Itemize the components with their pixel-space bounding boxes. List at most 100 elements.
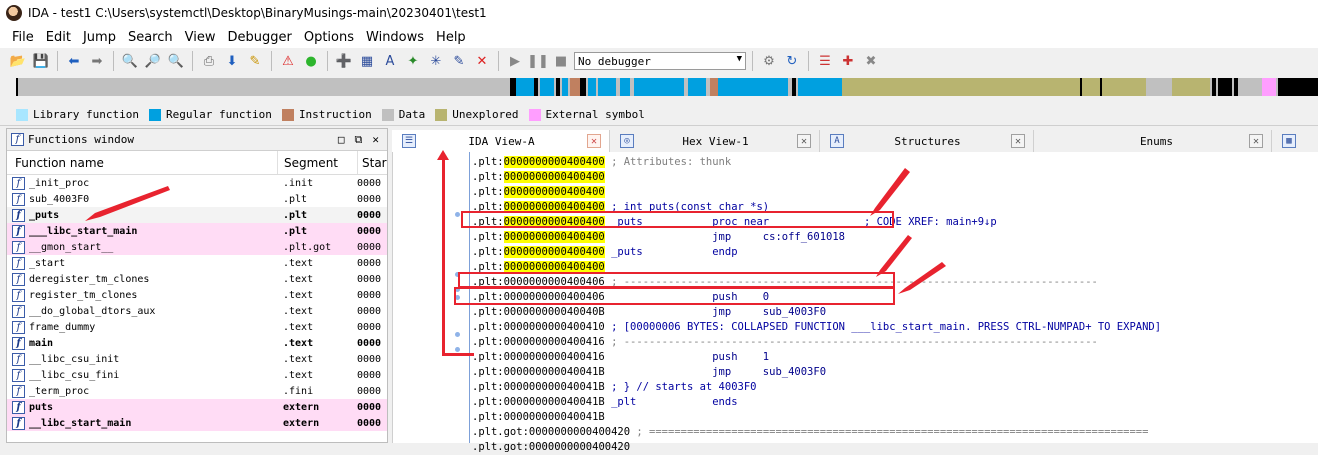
navigation-band[interactable] xyxy=(0,74,1318,104)
menu-view[interactable]: View xyxy=(179,30,222,45)
function-row[interactable]: f puts extern 0000 xyxy=(7,399,387,415)
close-icon[interactable]: ✕ xyxy=(372,133,379,147)
disasm-line[interactable]: .plt.got:0000000000400420 xyxy=(472,440,630,455)
disasm-line[interactable]: .plt:000000000040041B jmp sub_4003F0 xyxy=(472,365,826,380)
function-row[interactable]: f ___libc_start_main .plt 0000 xyxy=(7,223,387,239)
address[interactable]: 000000000040041B xyxy=(504,381,605,393)
function-row[interactable]: f _term_proc .fini 0000 xyxy=(7,383,387,399)
address[interactable]: 0000000000400400 xyxy=(503,156,605,168)
function-row[interactable]: f deregister_tm_clones .text 0000 xyxy=(7,271,387,287)
refresh-icon[interactable]: ↻ xyxy=(782,51,802,71)
function-row[interactable]: f _init_proc .init 0000 xyxy=(7,175,387,191)
function-row[interactable]: f frame_dummy .text 0000 xyxy=(7,319,387,335)
disasm-line[interactable]: .plt:000000000040041B ; } // starts at 4… xyxy=(472,380,756,395)
tab-structures[interactable]: A Structures ✕ xyxy=(820,130,1034,152)
menu-file[interactable]: File xyxy=(6,30,40,45)
search-binary-icon[interactable]: 🔍 xyxy=(120,51,140,71)
navigation-band-bar[interactable] xyxy=(16,78,1318,96)
disasm-line[interactable]: .plt:0000000000400416 push 1 xyxy=(472,350,769,365)
menu-help[interactable]: Help xyxy=(430,30,472,45)
add-enum-icon[interactable]: ✳ xyxy=(426,51,446,71)
close-tab-icon[interactable]: ✕ xyxy=(587,134,601,148)
disasm-line[interactable]: .plt:000000000040041B _plt ends xyxy=(472,395,738,410)
address[interactable]: 000000000040041B xyxy=(504,396,605,408)
address[interactable]: 0000000000400400 xyxy=(503,246,605,258)
function-row[interactable]: f sub_4003F0 .plt 0000 xyxy=(7,191,387,207)
function-row[interactable]: f _puts .plt 0000 xyxy=(7,207,387,223)
function-row[interactable]: f register_tm_clones .text 0000 xyxy=(7,287,387,303)
menu-edit[interactable]: Edit xyxy=(40,30,77,45)
address[interactable]: 0000000000400400 xyxy=(503,171,605,183)
edit-pencil-icon[interactable]: ✎ xyxy=(245,51,265,71)
menu-search[interactable]: Search xyxy=(122,30,179,45)
add-string-icon[interactable]: A xyxy=(380,51,400,71)
breakpoint-dot[interactable] xyxy=(455,212,460,217)
disasm-line[interactable]: .plt:0000000000400410 ; [00000006 BYTES:… xyxy=(472,320,1161,335)
print-icon[interactable]: ⎙ xyxy=(199,51,219,71)
forward-arrow-icon[interactable]: ➡ xyxy=(87,51,107,71)
rename-icon[interactable]: ✎ xyxy=(449,51,469,71)
function-row[interactable]: f main .text 0000 xyxy=(7,335,387,351)
function-row[interactable]: f __libc_csu_init .text 0000 xyxy=(7,351,387,367)
address[interactable]: 000000000040041B xyxy=(504,411,605,423)
tab-hex-view-1[interactable]: ◎ Hex View-1 ✕ xyxy=(610,130,820,152)
search-immediate-icon[interactable]: 🔍 xyxy=(166,51,186,71)
close-tab-icon[interactable]: ✕ xyxy=(797,134,811,148)
save-icon[interactable]: 💾 xyxy=(31,51,51,71)
address[interactable]: 000000000040040B xyxy=(504,306,605,318)
address[interactable]: 0000000000400416 xyxy=(504,351,605,363)
close-tab-icon[interactable]: ✕ xyxy=(1011,134,1025,148)
breakpoint-list-icon[interactable]: ☰ xyxy=(815,51,835,71)
green-circle-icon[interactable]: ● xyxy=(301,51,321,71)
debugger-select[interactable]: No debugger ▼ xyxy=(574,52,746,70)
address[interactable]: 0000000000400420 xyxy=(529,426,630,438)
add-struct-icon[interactable]: ✦ xyxy=(403,51,423,71)
disasm-line[interactable]: .plt:000000000040041B xyxy=(472,410,605,425)
disasm-line[interactable]: .plt:0000000000400400 xyxy=(472,170,605,185)
disasm-line[interactable]: .plt:0000000000400400 jmp cs:off_601018 xyxy=(472,230,845,245)
column-function-name[interactable]: Function name xyxy=(7,156,277,170)
function-row[interactable]: f __do_global_dtors_aux .text 0000 xyxy=(7,303,387,319)
jump-down-icon[interactable]: ⬇ xyxy=(222,51,242,71)
restore-icon[interactable]: □ xyxy=(338,133,345,147)
add-code-icon[interactable]: ➕ xyxy=(334,51,354,71)
search-text-icon[interactable]: 🔎 xyxy=(143,51,163,71)
breakpoint-dot[interactable] xyxy=(455,347,460,352)
attach-process-icon[interactable]: ⚙ xyxy=(759,51,779,71)
disasm-line[interactable]: .plt:0000000000400400 _puts endp xyxy=(472,245,738,260)
add-data-icon[interactable]: ▦ xyxy=(357,51,377,71)
delete-x-icon[interactable]: ✕ xyxy=(472,51,492,71)
back-arrow-icon[interactable]: ⬅ xyxy=(64,51,84,71)
address[interactable]: 0000000000400410 xyxy=(504,321,605,333)
menu-debugger[interactable]: Debugger xyxy=(221,30,297,45)
menu-options[interactable]: Options xyxy=(298,30,360,45)
disasm-line[interactable]: .plt:0000000000400400 ; Attributes: thun… xyxy=(472,155,731,170)
function-row[interactable]: f __libc_csu_fini .text 0000 xyxy=(7,367,387,383)
address[interactable]: 000000000040041B xyxy=(504,366,605,378)
column-start[interactable]: Star xyxy=(357,151,387,174)
stop-icon[interactable]: ■ xyxy=(551,51,571,71)
menu-jump[interactable]: Jump xyxy=(77,30,122,45)
disasm-line[interactable]: .plt:0000000000400416 ; ----------------… xyxy=(472,335,1098,350)
disasm-line[interactable]: .plt.got:0000000000400420 ; ============… xyxy=(472,425,1148,440)
function-row[interactable]: f _start .text 0000 xyxy=(7,255,387,271)
tab-enums[interactable]: Enums ✕ xyxy=(1034,130,1272,152)
play-icon[interactable]: ▶ xyxy=(505,51,525,71)
open-folder-icon[interactable]: 📂 xyxy=(8,51,28,71)
menu-windows[interactable]: Windows xyxy=(360,30,430,45)
function-row[interactable]: f __gmon_start__ .plt.got 0000 xyxy=(7,239,387,255)
warning-icon[interactable]: ⚠ xyxy=(278,51,298,71)
add-breakpoint-icon[interactable]: ✚ xyxy=(838,51,858,71)
address[interactable]: 0000000000400416 xyxy=(504,336,605,348)
close-tab-icon[interactable]: ✕ xyxy=(1249,134,1263,148)
function-row[interactable]: f __libc_start_main extern 0000 xyxy=(7,415,387,431)
tab-ida-view-a[interactable]: ☰ IDA View-A ✕ xyxy=(392,130,610,152)
tab-imports[interactable]: ▦ xyxy=(1272,130,1318,152)
column-segment[interactable]: Segment xyxy=(277,151,357,174)
disasm-line[interactable]: .plt:0000000000400400 xyxy=(472,185,605,200)
address[interactable]: 0000000000400400 xyxy=(503,231,605,243)
remove-breakpoint-icon[interactable]: ✖ xyxy=(861,51,881,71)
breakpoint-dot[interactable] xyxy=(455,332,460,337)
pause-icon[interactable]: ❚❚ xyxy=(527,51,549,71)
float-icon[interactable]: ⧉ xyxy=(355,133,363,147)
